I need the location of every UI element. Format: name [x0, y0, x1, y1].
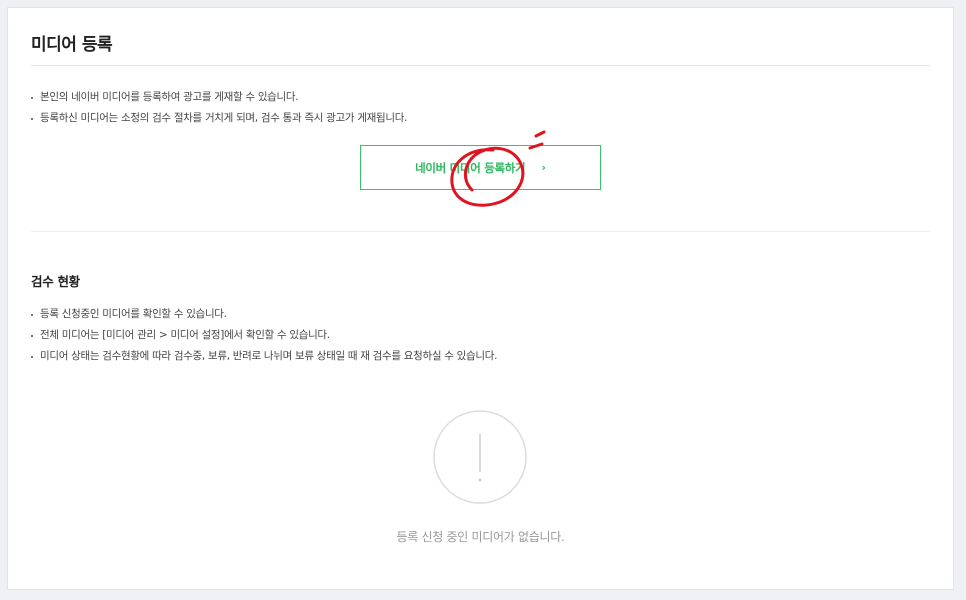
- exclamation-circle-icon: [433, 410, 527, 504]
- list-item: 등록하신 미디어는 소정의 검수 절차를 거치게 되며, 검수 통과 즉시 광고…: [31, 108, 407, 129]
- bullet-icon: [31, 356, 33, 358]
- list-item: 등록 신청중인 미디어를 확인할 수 있습니다.: [31, 304, 497, 325]
- review-status-title: 검수 현황: [31, 274, 80, 289]
- note-text: 미디어 상태는 검수현황에 따라 검수중, 보류, 반려로 나뉘며 보류 상태일…: [40, 350, 498, 362]
- register-notes: 본인의 네이버 미디어를 등록하여 광고를 게재할 수 있습니다. 등록하신 미…: [31, 87, 407, 129]
- bullet-icon: [31, 314, 33, 316]
- section-divider: [31, 231, 930, 232]
- register-button-label: 네이버 미디어 등록하기: [415, 160, 526, 175]
- note-text: 등록 신청중인 미디어를 확인할 수 있습니다.: [40, 308, 227, 320]
- bullet-icon: [31, 335, 33, 337]
- review-notes: 등록 신청중인 미디어를 확인할 수 있습니다. 전체 미디어는 [미디어 관리…: [31, 304, 497, 367]
- list-item: 미디어 상태는 검수현황에 따라 검수중, 보류, 반려로 나뉘며 보류 상태일…: [31, 346, 497, 367]
- empty-state-message: 등록 신청 중인 미디어가 없습니다.: [396, 530, 565, 544]
- bullet-icon: [31, 118, 33, 120]
- bullet-icon: [31, 97, 33, 99]
- register-naver-media-button[interactable]: 네이버 미디어 등록하기 ›: [360, 145, 601, 190]
- media-register-panel: 미디어 등록 본인의 네이버 미디어를 등록하여 광고를 게재할 수 있습니다.…: [7, 7, 954, 590]
- note-text: 본인의 네이버 미디어를 등록하여 광고를 게재할 수 있습니다.: [40, 91, 299, 103]
- list-item: 본인의 네이버 미디어를 등록하여 광고를 게재할 수 있습니다.: [31, 87, 407, 108]
- note-text: 등록하신 미디어는 소정의 검수 절차를 거치게 되며, 검수 통과 즉시 광고…: [40, 112, 408, 124]
- chevron-right-icon: ›: [541, 161, 546, 174]
- page-title: 미디어 등록: [31, 35, 113, 55]
- list-item: 전체 미디어는 [미디어 관리 > 미디어 설정]에서 확인할 수 있습니다.: [31, 325, 497, 346]
- note-text: 전체 미디어는 [미디어 관리 > 미디어 설정]에서 확인할 수 있습니다.: [40, 329, 330, 341]
- title-divider: [31, 65, 930, 66]
